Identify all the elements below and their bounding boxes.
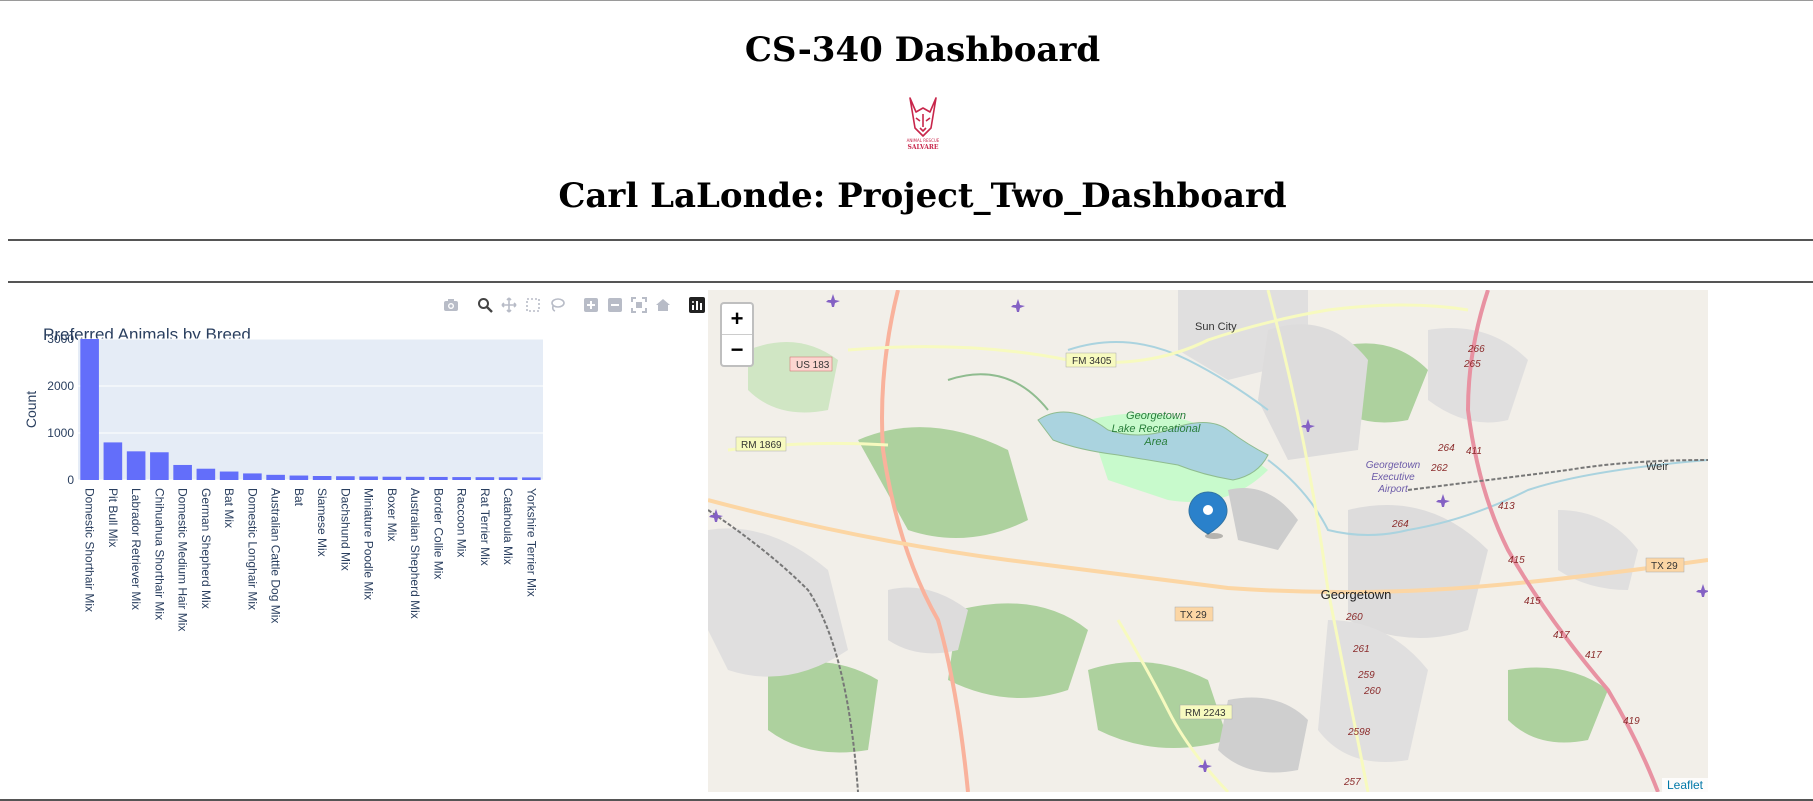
- bar[interactable]: [80, 339, 99, 480]
- page-title: CS-340 Dashboard: [744, 30, 1101, 70]
- x-tick-label: Domestic Shorthair Mix: [83, 488, 97, 612]
- map-label-airport-3: Airport: [1377, 484, 1409, 495]
- plot-background: [78, 339, 543, 480]
- y-tick-label: 0: [67, 473, 74, 487]
- logo-wordmark: SALVARE: [908, 144, 939, 151]
- salvare-logo: ANIMAL RESCUE SALVARE: [903, 94, 943, 152]
- map-label-lake-2: Lake Recreational: [1112, 423, 1201, 435]
- bar[interactable]: [173, 464, 192, 480]
- leaflet-map[interactable]: Sun City FM 3405 US 183 RM 1869 Georgeto…: [708, 290, 1708, 792]
- map-label-rm1869: RM 1869: [741, 440, 782, 451]
- bar[interactable]: [336, 476, 355, 480]
- bar[interactable]: [405, 476, 425, 480]
- road-label: 415: [1508, 555, 1525, 566]
- map-label-lake-1: Georgetown: [1126, 410, 1186, 422]
- road-label: 261: [1352, 644, 1370, 655]
- bar[interactable]: [382, 476, 402, 480]
- x-tick-label: Miniature Poodle Mix: [362, 488, 376, 600]
- divider-top: [8, 239, 1813, 241]
- bar[interactable]: [498, 477, 518, 480]
- map-label-tx29-left: TX 29: [1180, 610, 1207, 621]
- zoom-in-button[interactable]: +: [722, 304, 752, 335]
- road-label: 265: [1463, 359, 1481, 370]
- top-border: [0, 0, 1813, 1]
- y-axis-label: Count: [23, 391, 39, 428]
- svg-text:ANIMAL RESCUE: ANIMAL RESCUE: [907, 138, 940, 143]
- bar[interactable]: [150, 452, 169, 480]
- leaflet-attribution-link[interactable]: Leaflet: [1661, 778, 1708, 792]
- bar[interactable]: [522, 477, 541, 480]
- road-label: 264: [1437, 443, 1455, 454]
- dashboard-subtitle: Carl LaLonde: Project_Two_Dashboard: [558, 176, 1287, 216]
- x-tick-label: Raccoon Mix: [455, 488, 469, 557]
- y-tick-label: 3000: [47, 332, 74, 346]
- map-label-lake-3: Area: [1143, 436, 1167, 448]
- map-zoom-control: + −: [720, 302, 754, 367]
- x-tick-label: Australian Shepherd Mix: [408, 488, 422, 619]
- y-tick-label: 2000: [47, 379, 74, 393]
- map-label-georgetown: Georgetown: [1321, 587, 1392, 602]
- road-label: 260: [1345, 612, 1363, 623]
- map-label-tx29-right: TX 29: [1651, 561, 1678, 572]
- bar-chart[interactable]: 0 1000 2000 3000 Domestic Shorthair Mix Pit …: [8, 290, 708, 790]
- breed-chart-panel: Preferred Animals by Breed 0 1000 2000 3000…: [8, 290, 708, 790]
- road-label: 257: [1343, 777, 1361, 788]
- road-label: 417: [1585, 650, 1602, 661]
- road-label: 411: [1466, 446, 1482, 457]
- x-tick-label: Bat: [292, 488, 306, 507]
- bar[interactable]: [312, 476, 332, 480]
- x-tick-label: Boxer Mix: [385, 488, 399, 541]
- bar[interactable]: [359, 476, 378, 480]
- road-label: 264: [1391, 519, 1409, 530]
- road-label: 266: [1467, 344, 1485, 355]
- bar[interactable]: [196, 468, 216, 480]
- map-label-rm2243: RM 2243: [1185, 708, 1226, 719]
- x-tick-label: Border Collie Mix: [431, 488, 445, 579]
- x-tick-label: Labrador Retriever Mix: [129, 488, 143, 610]
- bar[interactable]: [475, 477, 495, 480]
- map-label-airport-2: Executive: [1371, 472, 1415, 483]
- x-tick-label: Domestic Medium Hair Mix: [176, 488, 190, 631]
- road-label: 260: [1363, 686, 1381, 697]
- road-label: 419: [1623, 716, 1640, 727]
- bar[interactable]: [266, 474, 285, 480]
- x-tick-label: Chihuahua Shorthair Mix: [152, 488, 166, 620]
- bar[interactable]: [103, 442, 123, 480]
- road-label: 417: [1553, 630, 1570, 641]
- x-tick-label: German Shepherd Mix: [199, 488, 213, 609]
- map-label-airport-1: Georgetown: [1366, 460, 1421, 471]
- x-tick-label: Rat Terrier Mix: [478, 488, 492, 566]
- bar[interactable]: [219, 471, 239, 480]
- x-tick-label: Pit Bull Mix: [106, 488, 120, 547]
- x-tick-label: Dachshund Mix: [338, 488, 352, 571]
- bar[interactable]: [452, 477, 471, 480]
- x-tick-label: Domestic Longhair Mix: [245, 488, 259, 610]
- bar[interactable]: [126, 451, 146, 480]
- map-label-sun-city: Sun City: [1195, 321, 1237, 333]
- bar[interactable]: [429, 476, 448, 480]
- road-label: 413: [1498, 501, 1515, 512]
- road-label: 2598: [1347, 727, 1371, 738]
- map-label-weir: Weir: [1646, 461, 1669, 473]
- map-label-fm3405: FM 3405: [1072, 356, 1112, 367]
- road-label: 262: [1430, 463, 1448, 474]
- y-tick-label: 1000: [47, 426, 74, 440]
- bar[interactable]: [289, 475, 309, 480]
- map-label-us183: US 183: [796, 360, 830, 371]
- divider-bottom: [8, 281, 1813, 283]
- x-tick-label: Siamese Mix: [315, 488, 329, 557]
- road-label: 259: [1357, 670, 1375, 681]
- bar[interactable]: [243, 473, 262, 480]
- x-tick-label: Yorkshire Terrier Mix: [524, 488, 538, 597]
- x-tick-label: Bat Mix: [222, 488, 236, 528]
- zoom-out-button[interactable]: −: [722, 335, 752, 365]
- x-tick-label: Catahoula Mix: [501, 488, 515, 565]
- road-label: 415: [1524, 596, 1541, 607]
- x-tick-label: Australian Cattle Dog Mix: [269, 488, 283, 623]
